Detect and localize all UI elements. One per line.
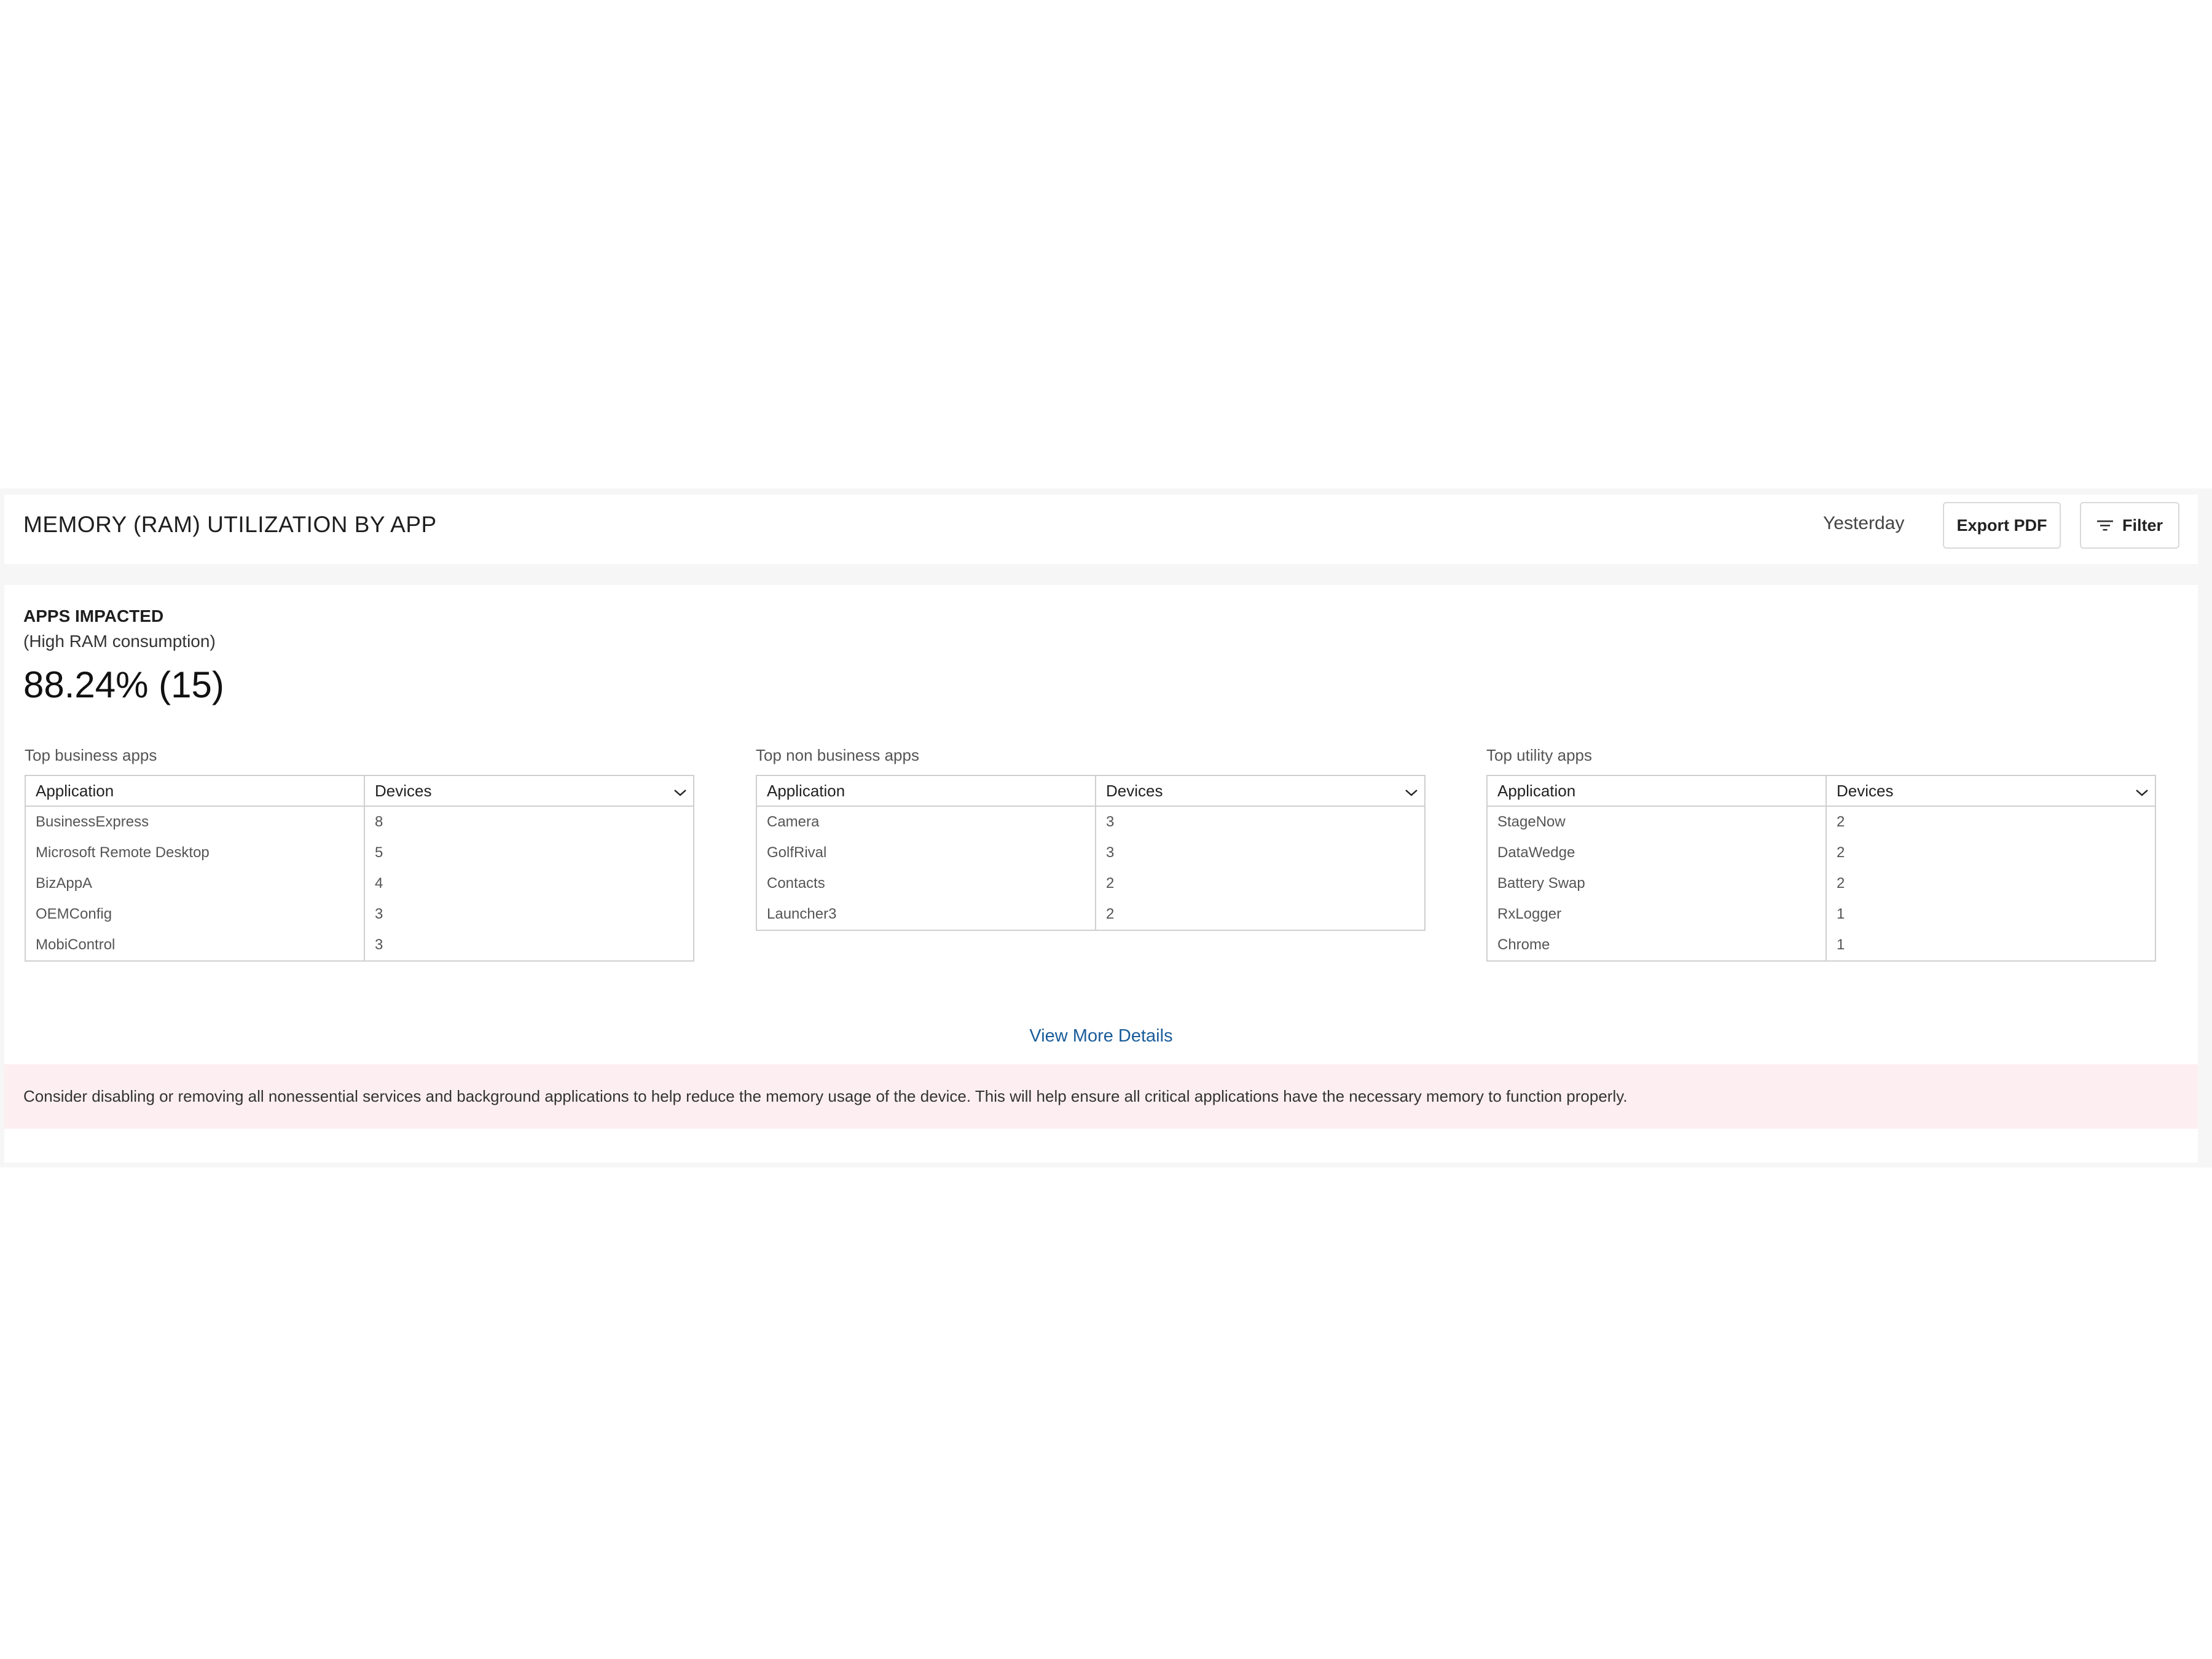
table-row[interactable]: GolfRival 3	[757, 837, 1424, 868]
chevron-down-icon[interactable]	[1405, 788, 1418, 797]
table-row[interactable]: BizAppA 4	[26, 868, 693, 899]
cell-devices: 2	[1837, 844, 1845, 861]
table-caption: Top business apps	[25, 746, 157, 764]
advice-banner: Consider disabling or removing all nones…	[4, 1064, 2198, 1129]
column-header-devices[interactable]: Devices	[1096, 776, 1424, 806]
apps-impacted-value: 88.24% (15)	[23, 664, 224, 705]
cell-application: Camera	[757, 807, 1096, 837]
app-table: Application Devices StageNow 2 DataWedge 2 Bat…	[1486, 775, 2156, 962]
cell-application: BizAppA	[26, 868, 365, 899]
advice-text: Consider disabling or removing all nones…	[23, 1087, 1628, 1105]
cell-application: Microsoft Remote Desktop	[26, 837, 365, 868]
filter-icon	[2096, 520, 2113, 531]
cell-devices: 3	[375, 906, 383, 922]
table-header: Application Devices	[26, 776, 693, 807]
cell-application: Chrome	[1488, 930, 1827, 960]
table-row[interactable]: OEMConfig 3	[26, 899, 693, 930]
table-row[interactable]: RxLogger 1	[1488, 899, 2155, 930]
table-row[interactable]: Launcher3 2	[757, 899, 1424, 930]
cell-application: Contacts	[757, 868, 1096, 899]
cell-devices: 2	[1106, 875, 1115, 892]
table-row[interactable]: BusinessExpress 8	[26, 807, 693, 837]
column-header-label: Application	[767, 781, 845, 800]
cell-application: RxLogger	[1488, 899, 1827, 930]
apps-impacted-subtitle: (High RAM consumption)	[23, 632, 216, 651]
export-pdf-label: Export PDF	[1956, 516, 2047, 535]
column-header-label: Application	[1497, 781, 1576, 800]
cell-devices: 1	[1837, 906, 1845, 922]
table-row[interactable]: Camera 3	[757, 807, 1424, 837]
app-table-block: Top business apps Application Devices Busin…	[25, 746, 694, 962]
cell-devices: 2	[1837, 875, 1845, 892]
column-header-label: Devices	[375, 781, 432, 800]
cell-devices: 5	[375, 844, 383, 861]
app-table-block: Top non business apps Application Devices C…	[756, 746, 1426, 931]
table-row[interactable]: Battery Swap 2	[1488, 868, 2155, 899]
cell-devices: 8	[375, 814, 383, 830]
filter-label: Filter	[2122, 516, 2163, 535]
table-caption: Top non business apps	[756, 746, 919, 764]
app-table: Application Devices Camera 3 GolfRival 3 Conta…	[756, 775, 1426, 931]
table-row[interactable]: Contacts 2	[757, 868, 1424, 899]
app-table-block: Top utility apps Application Devices StageN…	[1486, 746, 2156, 962]
cell-application: GolfRival	[757, 837, 1096, 868]
cell-devices: 4	[375, 875, 383, 892]
cell-devices: 3	[1106, 844, 1115, 861]
table-row[interactable]: Chrome 1	[1488, 930, 2155, 960]
column-header-application[interactable]: Application	[26, 776, 365, 806]
table-caption: Top utility apps	[1486, 746, 1592, 764]
dashboard: MEMORY (RAM) UTILIZATION BY APP Yesterda…	[0, 488, 2212, 1167]
table-row[interactable]: DataWedge 2	[1488, 837, 2155, 868]
apps-impacted-title: APPS IMPACTED	[23, 606, 164, 626]
column-header-devices[interactable]: Devices	[365, 776, 693, 806]
cell-devices: 3	[1106, 814, 1115, 830]
cell-devices: 3	[375, 936, 383, 953]
header-card: MEMORY (RAM) UTILIZATION BY APP Yesterda…	[4, 495, 2198, 564]
cell-application: StageNow	[1488, 807, 1827, 837]
table-row[interactable]: MobiControl 3	[26, 930, 693, 960]
cell-application: Battery Swap	[1488, 868, 1827, 899]
column-header-label: Devices	[1837, 781, 1894, 800]
cell-application: Launcher3	[757, 899, 1096, 930]
table-header: Application Devices	[1488, 776, 2155, 807]
column-header-label: Application	[36, 781, 114, 800]
cell-application: BusinessExpress	[26, 807, 365, 837]
content-card: APPS IMPACTED (High RAM consumption) 88.…	[4, 585, 2198, 1163]
view-more-details-link[interactable]: View More Details	[4, 1026, 2198, 1046]
chevron-down-icon[interactable]	[2135, 788, 2149, 797]
date-range-label[interactable]: Yesterday	[1823, 513, 1904, 534]
cell-devices: 1	[1837, 936, 1845, 953]
filter-button[interactable]: Filter	[2080, 502, 2179, 549]
chevron-down-icon[interactable]	[673, 788, 687, 797]
table-row[interactable]: Microsoft Remote Desktop 5	[26, 837, 693, 868]
cell-application: DataWedge	[1488, 837, 1827, 868]
column-header-label: Devices	[1106, 781, 1163, 800]
cell-application: OEMConfig	[26, 899, 365, 930]
cell-devices: 2	[1106, 906, 1115, 922]
cell-devices: 2	[1837, 814, 1845, 830]
column-header-application[interactable]: Application	[757, 776, 1096, 806]
column-header-devices[interactable]: Devices	[1827, 776, 2155, 806]
table-header: Application Devices	[757, 776, 1424, 807]
cell-application: MobiControl	[26, 930, 365, 960]
column-header-application[interactable]: Application	[1488, 776, 1827, 806]
page-title: MEMORY (RAM) UTILIZATION BY APP	[23, 512, 437, 537]
table-row[interactable]: StageNow 2	[1488, 807, 2155, 837]
app-table: Application Devices BusinessExpress 8 Micros…	[25, 775, 694, 962]
export-pdf-button[interactable]: Export PDF	[1943, 502, 2061, 549]
